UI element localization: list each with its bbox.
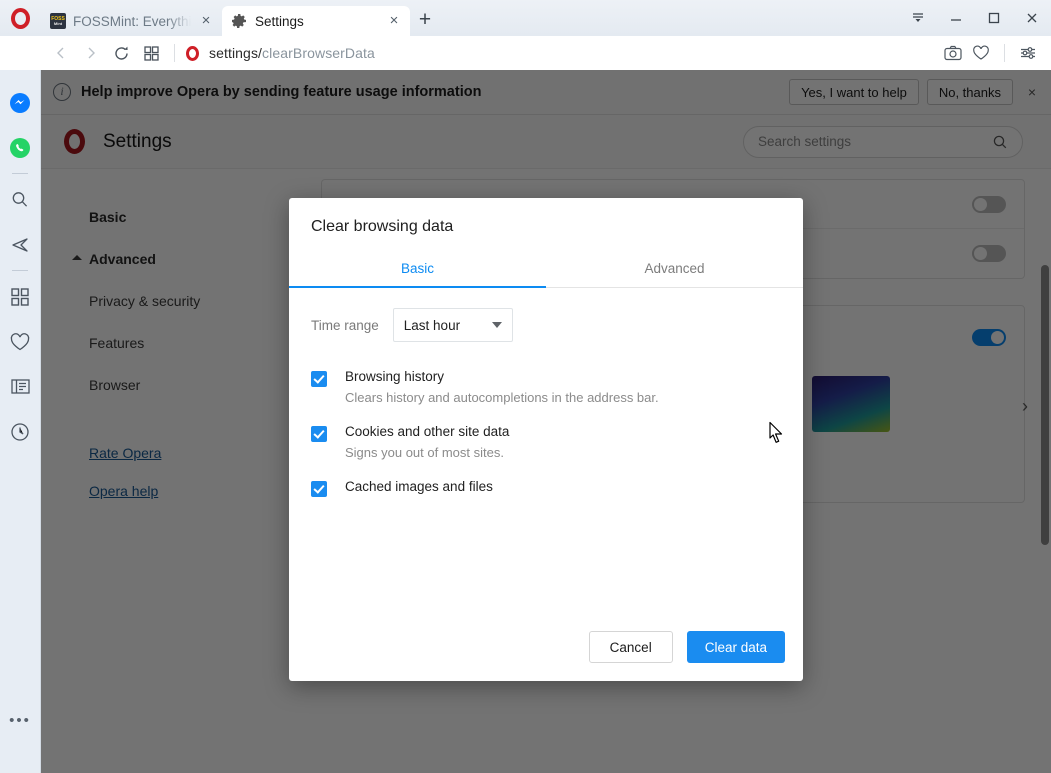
window-controls: [899, 0, 1051, 36]
address-bar: settings/clearBrowserData: [0, 36, 1051, 70]
dialog-body: Time range Last hour Browsing history Cl…: [289, 288, 803, 631]
reload-icon[interactable]: [106, 40, 136, 66]
tab-close-icon[interactable]: ×: [198, 13, 214, 29]
option-title: Cached images and files: [345, 479, 493, 495]
tab-menu-icon[interactable]: [899, 0, 937, 36]
browser-window: FOSSMint FOSSMint: Everything × Settings…: [0, 0, 1051, 773]
tab-advanced[interactable]: Advanced: [546, 252, 803, 287]
forward-arrow-icon[interactable]: [76, 40, 106, 66]
speed-dial-icon[interactable]: [136, 40, 166, 66]
tab-close-icon[interactable]: ×: [386, 13, 402, 29]
cancel-button[interactable]: Cancel: [588, 631, 673, 663]
tab-title: Settings: [255, 13, 304, 29]
tab-bar: FOSSMint FOSSMint: Everything × Settings…: [0, 0, 1051, 36]
send-icon[interactable]: [0, 222, 41, 267]
dialog-footer: Cancel Clear data: [289, 631, 803, 681]
time-range-row: Time range Last hour: [311, 308, 781, 342]
search-icon[interactable]: [0, 177, 41, 222]
browser-tab-fossmint[interactable]: FOSSMint FOSSMint: Everything ×: [40, 6, 222, 36]
fossmint-favicon: FOSS Mint: [50, 13, 66, 29]
messenger-icon[interactable]: [0, 80, 41, 125]
url-text[interactable]: settings/clearBrowserData: [209, 45, 375, 61]
history-clock-icon[interactable]: [0, 409, 41, 454]
browser-tab-settings[interactable]: Settings ×: [222, 6, 410, 36]
option-cached-images[interactable]: Cached images and files: [311, 478, 781, 498]
time-range-value: Last hour: [403, 317, 461, 333]
option-title: Cookies and other site data: [345, 424, 510, 440]
clear-data-button[interactable]: Clear data: [686, 631, 785, 663]
left-sidebar: •••: [0, 70, 41, 773]
speed-dial-icon[interactable]: [0, 274, 41, 319]
option-cookies[interactable]: Cookies and other site data Signs you ou…: [311, 423, 781, 460]
clear-browsing-data-dialog: Clear browsing data Basic Advanced Time …: [289, 198, 803, 681]
dialog-title: Clear browsing data: [311, 218, 454, 235]
time-range-select[interactable]: Last hour: [392, 308, 513, 342]
time-range-label: Time range: [311, 317, 379, 333]
address-bar-actions: [940, 40, 1041, 66]
dialog-tabs: Basic Advanced: [289, 252, 803, 288]
news-panel-icon[interactable]: [0, 364, 41, 409]
opera-logo-icon: [10, 7, 30, 29]
option-description: Signs you out of most sites.: [345, 445, 504, 461]
option-description: Clears history and autocompletions in th…: [345, 390, 659, 406]
favorites-heart-icon[interactable]: [0, 319, 41, 364]
easy-setup-icon[interactable]: [1015, 40, 1041, 66]
url-prefix: settings/: [209, 45, 263, 61]
snapshot-camera-icon[interactable]: [940, 40, 966, 66]
divider-1: [12, 173, 28, 174]
checkbox-cached-images[interactable]: [311, 481, 327, 498]
minimize-icon[interactable]: [937, 0, 975, 36]
bookmark-heart-icon[interactable]: [968, 40, 994, 66]
option-title: Browsing history: [345, 369, 445, 384]
tab-title: FOSSMint: Everything: [73, 13, 191, 29]
whatsapp-icon[interactable]: [0, 125, 41, 170]
sidebar-more-label: •••: [9, 712, 31, 729]
url-suffix: clearBrowserData: [262, 45, 375, 61]
new-tab-button[interactable]: +: [410, 6, 440, 36]
checkbox-browsing-history[interactable]: [311, 371, 327, 387]
sidebar-more-menu[interactable]: •••: [0, 698, 41, 743]
address-divider: [174, 44, 175, 62]
opera-menu-button[interactable]: [0, 0, 40, 36]
gear-icon: [232, 13, 248, 29]
tab-basic[interactable]: Basic: [289, 252, 546, 287]
option-browsing-history[interactable]: Browsing history Clears history and auto…: [311, 368, 781, 405]
chevron-down-icon: [491, 322, 502, 328]
divider-2: [12, 270, 28, 271]
back-arrow-icon[interactable]: [46, 40, 76, 66]
checkbox-cookies[interactable]: [311, 426, 327, 443]
maximize-icon[interactable]: [975, 0, 1013, 36]
site-opera-icon: [183, 43, 201, 63]
actions-divider: [1004, 44, 1005, 62]
close-icon[interactable]: [1013, 0, 1051, 36]
